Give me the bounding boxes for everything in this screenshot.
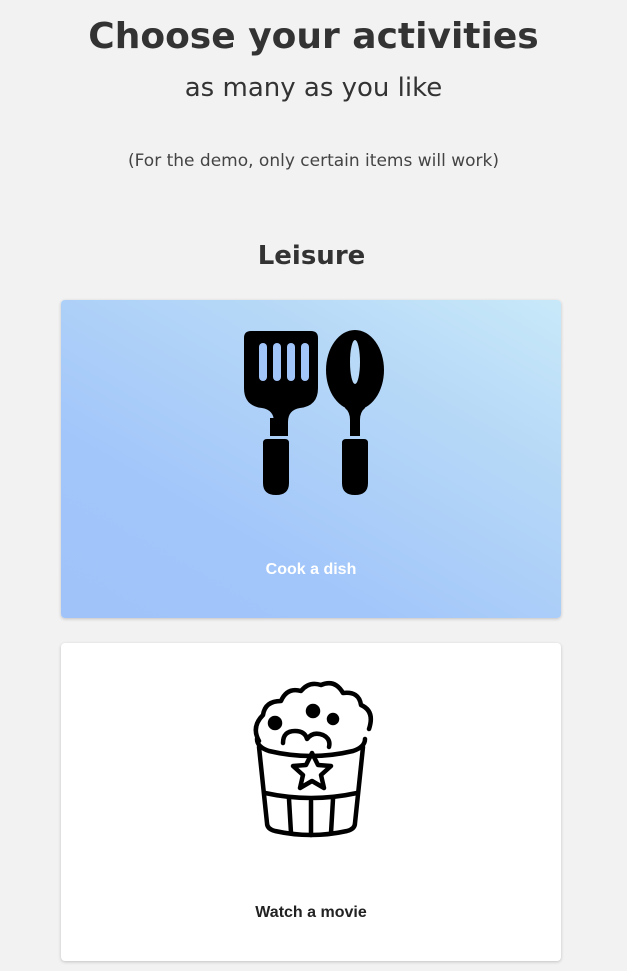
demo-note: (For the demo, only certain items will w… [128,151,499,171]
activity-card-watch-a-movie[interactable]: Watch a movie [61,643,561,961]
section-heading-leisure: Leisure [257,241,366,271]
page-title: Choose your activities [88,16,539,57]
page-subtitle: as many as you like [184,73,443,103]
popcorn-icon [253,681,373,838]
activity-card-cook-a-dish[interactable]: Cook a dish [61,300,561,618]
activity-label: Cook a dish [265,561,357,578]
activity-label: Watch a movie [255,904,367,921]
kitchen-utensils-icon [244,330,384,495]
